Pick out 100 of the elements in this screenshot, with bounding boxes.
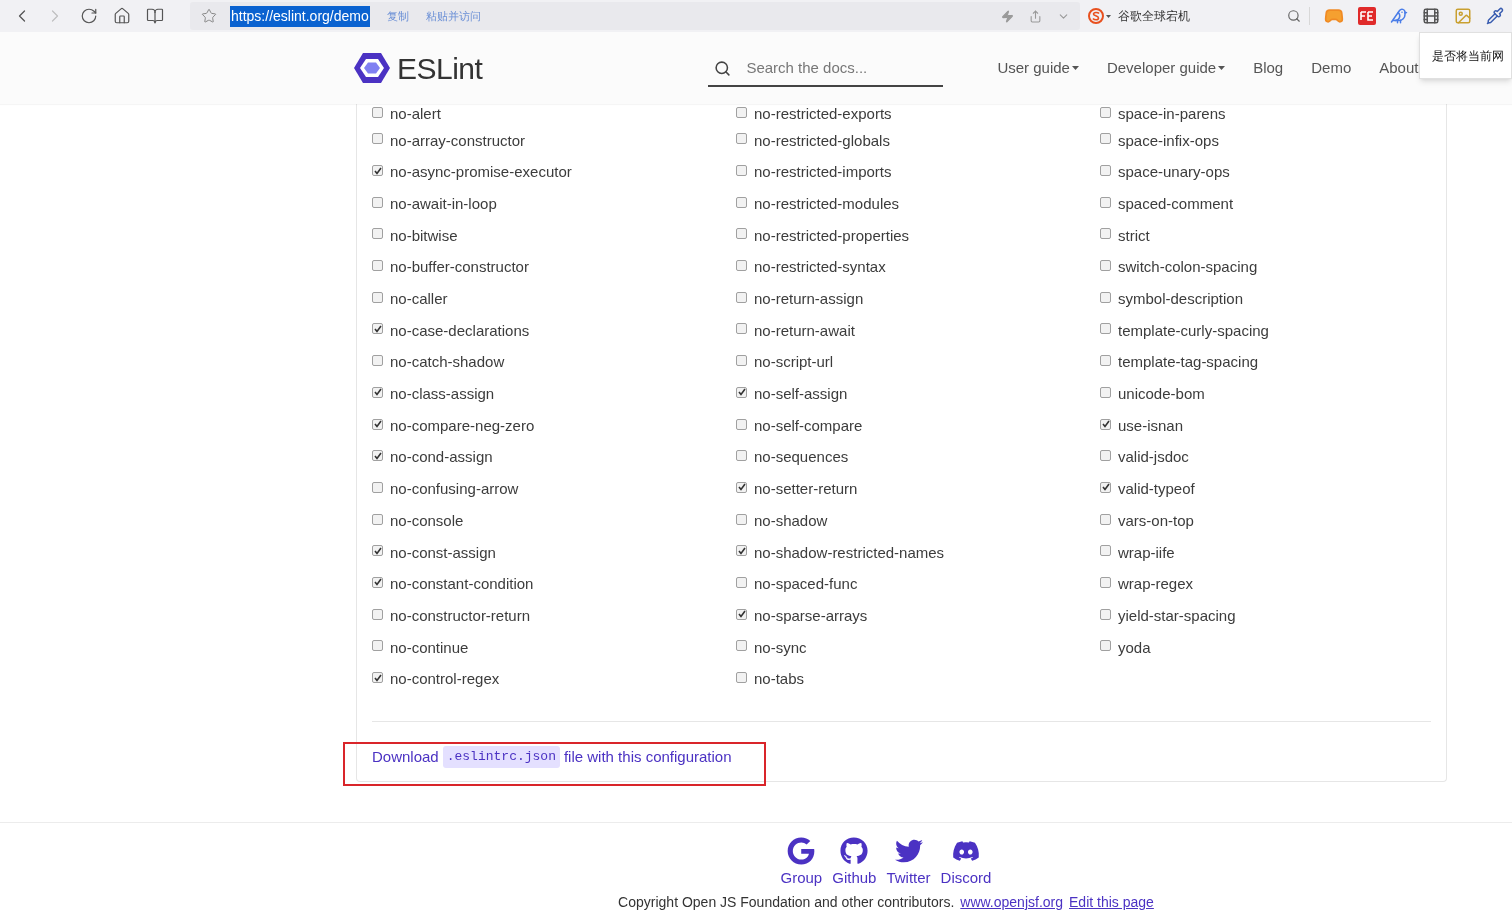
checkbox[interactable] [372,165,383,177]
rule-checkbox-item[interactable]: no-restricted-exports [736,104,1100,125]
checkbox[interactable] [372,196,383,208]
rule-checkbox-item[interactable]: no-restricted-properties [736,220,1100,252]
rule-checkbox-item[interactable]: unicode-bom [1100,378,1431,411]
checkbox[interactable] [1100,640,1111,652]
checkbox[interactable] [372,107,383,118]
checkbox[interactable] [372,450,383,462]
checkbox[interactable] [372,228,383,240]
eslint-logo-icon[interactable] [354,52,390,84]
checkbox[interactable] [1100,545,1111,557]
checkbox[interactable] [1100,291,1111,303]
home-button[interactable] [112,6,132,26]
footer-link[interactable]: Discord [940,837,992,890]
checkbox[interactable] [372,418,383,430]
rule-checkbox-item[interactable]: no-spaced-func [736,568,1100,601]
checkbox[interactable] [736,481,747,493]
rule-checkbox-item[interactable]: use-isnan [1100,410,1431,442]
rule-checkbox-item[interactable]: wrap-iife [1100,536,1431,569]
footer-link[interactable]: Github [832,837,877,890]
checkbox[interactable] [1100,133,1111,145]
checkbox[interactable] [372,481,383,493]
rule-checkbox-item[interactable]: no-cond-assign [372,441,736,474]
address-bar[interactable]: https://eslint.org/demo 复制 粘贴并访问 [190,2,1080,30]
rule-checkbox-item[interactable]: no-class-assign [372,378,736,411]
rule-checkbox-item[interactable]: no-sequences [736,441,1100,474]
checkbox[interactable] [1100,355,1111,367]
checkbox[interactable] [372,640,383,652]
footer-link[interactable]: Twitter [886,837,931,890]
checkbox[interactable] [1100,260,1111,272]
checkbox[interactable] [736,260,747,272]
checkbox[interactable] [1100,481,1111,493]
rule-checkbox-item[interactable]: space-unary-ops [1100,156,1431,189]
checkbox[interactable] [1100,386,1111,398]
rule-checkbox-item[interactable]: no-caller [372,283,736,316]
checkbox[interactable] [372,260,383,272]
nav-link[interactable]: Demo [1311,56,1352,80]
rule-checkbox-item[interactable]: no-setter-return [736,473,1100,506]
rule-checkbox-item[interactable]: no-self-assign [736,378,1100,411]
rule-checkbox-item[interactable]: no-constant-condition [372,568,736,601]
checkbox[interactable] [736,513,747,525]
checkbox[interactable] [736,291,747,303]
rule-checkbox-item[interactable]: no-buffer-constructor [372,251,736,284]
search-engine-logo-icon[interactable] [1088,8,1112,24]
rule-checkbox-item[interactable]: no-return-await [736,315,1100,347]
checkbox[interactable] [1100,323,1111,335]
rule-checkbox-item[interactable]: template-curly-spacing [1100,315,1431,347]
site-link[interactable]: www.openjsf.org [960,891,1064,913]
checkbox[interactable] [1100,576,1111,588]
rule-checkbox-item[interactable]: no-case-declarations [372,315,736,347]
rule-checkbox-item[interactable]: no-compare-neg-zero [372,410,736,442]
checkbox[interactable] [1100,513,1111,525]
checkbox[interactable] [372,576,383,588]
checkbox[interactable] [736,228,747,240]
edit-page-link[interactable]: Edit this page [1069,891,1154,913]
rule-checkbox-item[interactable]: strict [1100,220,1431,252]
rule-checkbox-item[interactable]: no-sparse-arrays [736,600,1100,632]
checkbox[interactable] [372,133,383,145]
rule-checkbox-item[interactable]: no-control-regex [372,663,736,696]
rule-checkbox-item[interactable]: no-console [372,505,736,537]
rule-checkbox-item[interactable]: no-shadow-restricted-names [736,536,1100,569]
rule-checkbox-item[interactable]: valid-typeof [1100,473,1431,506]
rule-checkbox-item[interactable]: no-self-compare [736,410,1100,442]
rule-checkbox-item[interactable]: no-bitwise [372,220,736,252]
checkbox[interactable] [736,640,747,652]
rule-checkbox-item[interactable]: no-restricted-imports [736,156,1100,189]
rule-checkbox-item[interactable]: no-sync [736,632,1100,664]
checkbox[interactable] [736,418,747,430]
rule-checkbox-item[interactable]: no-await-in-loop [372,188,736,221]
checkbox[interactable] [736,576,747,588]
checkbox[interactable] [1100,418,1111,430]
rule-checkbox-item[interactable]: switch-colon-spacing [1100,251,1431,284]
url-text[interactable]: https://eslint.org/demo [230,5,370,27]
star-icon[interactable] [201,8,217,24]
checkbox[interactable] [736,133,747,145]
checkbox[interactable] [372,291,383,303]
rule-checkbox-item[interactable]: no-confusing-arrow [372,473,736,506]
film-reel-icon[interactable] [1422,7,1440,25]
rule-checkbox-item[interactable]: no-restricted-syntax [736,251,1100,284]
checkbox[interactable] [372,386,383,398]
checkbox[interactable] [736,386,747,398]
rule-checkbox-item[interactable]: yield-star-spacing [1100,600,1431,632]
rule-checkbox-item[interactable]: spaced-comment [1100,188,1431,221]
nav-link[interactable]: User guide [997,56,1079,80]
checkbox[interactable] [1100,608,1111,620]
rule-checkbox-item[interactable]: no-script-url [736,346,1100,379]
rule-checkbox-item[interactable]: no-shadow [736,505,1100,537]
rule-checkbox-item[interactable]: no-catch-shadow [372,346,736,379]
eyedropper-icon[interactable] [1486,7,1504,25]
rule-checkbox-item[interactable]: vars-on-top [1100,505,1431,537]
checkbox[interactable] [736,672,747,684]
bird-icon[interactable] [1390,7,1408,25]
footer-link[interactable]: Group [780,837,823,890]
checkbox[interactable] [736,165,747,177]
rule-checkbox-item[interactable]: valid-jsdoc [1100,441,1431,474]
checkbox[interactable] [736,355,747,367]
rule-checkbox-item[interactable]: no-constructor-return [372,600,736,632]
checkbox[interactable] [1100,107,1111,118]
rule-checkbox-item[interactable]: no-continue [372,632,736,664]
checkbox[interactable] [736,323,747,335]
